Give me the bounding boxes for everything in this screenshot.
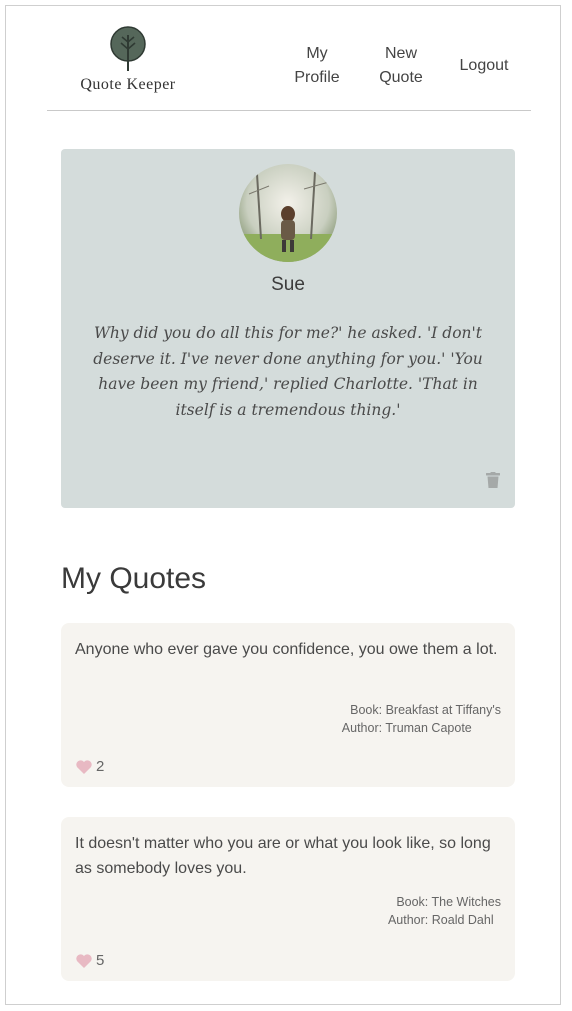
quote-card: It doesn't matter who you are or what yo… [61,817,515,981]
my-quotes-title: My Quotes [61,562,207,595]
heart-icon [76,953,92,968]
nav-my-profile-line2: Profile [294,69,340,86]
trash-icon[interactable] [486,472,500,488]
quote-text: It doesn't matter who you are or what yo… [75,835,491,877]
quote-card: Anyone who ever gave you confidence, you… [61,623,515,787]
profile-favorite-quote: Why did you do all this for me?' he aske… [93,324,483,419]
profile-card: Sue Why did you do all this for me?' he … [61,149,515,508]
nav-my-profile[interactable]: My Profile [289,42,345,90]
quote-text: Anyone who ever gave you confidence, you… [75,641,498,658]
tree-logo-icon [110,26,146,71]
avatar-photo [239,164,337,262]
logo-text: Quote Keeper [80,76,176,93]
app-frame: Quote Keeper My Profile New Quote Logout [5,5,561,1005]
book-title: Breakfast at Tiffany's [385,703,501,717]
nav-logout[interactable]: Logout [451,54,517,78]
author-label: Author: [341,721,383,735]
like-count: 2 [96,758,105,775]
logo[interactable]: Quote Keeper [63,26,193,94]
author-label: Author: [387,913,429,927]
book-title: The Witches [431,895,501,909]
header-divider [47,110,531,111]
nav-my-profile-line1: My [306,45,328,62]
nav-new-quote-line2: Quote [379,69,423,86]
author-name: Roald Dahl [431,913,494,927]
book-label: Book: [350,703,383,717]
like-count: 5 [96,952,105,969]
nav-new-quote-line1: New [384,45,417,62]
profile-name: Sue [271,274,305,295]
quote-meta: Book: The Witches Author: Roald Dahl [382,893,501,929]
nav-new-quote[interactable]: New Quote [373,42,429,90]
like-button[interactable]: 2 [76,758,104,775]
book-label: Book: [396,895,429,909]
quote-meta: Book: Breakfast at Tiffany's Author: Tru… [336,701,501,737]
avatar [239,164,337,262]
like-button[interactable]: 5 [76,952,104,969]
heart-icon [76,759,92,774]
author-name: Truman Capote [385,721,472,735]
